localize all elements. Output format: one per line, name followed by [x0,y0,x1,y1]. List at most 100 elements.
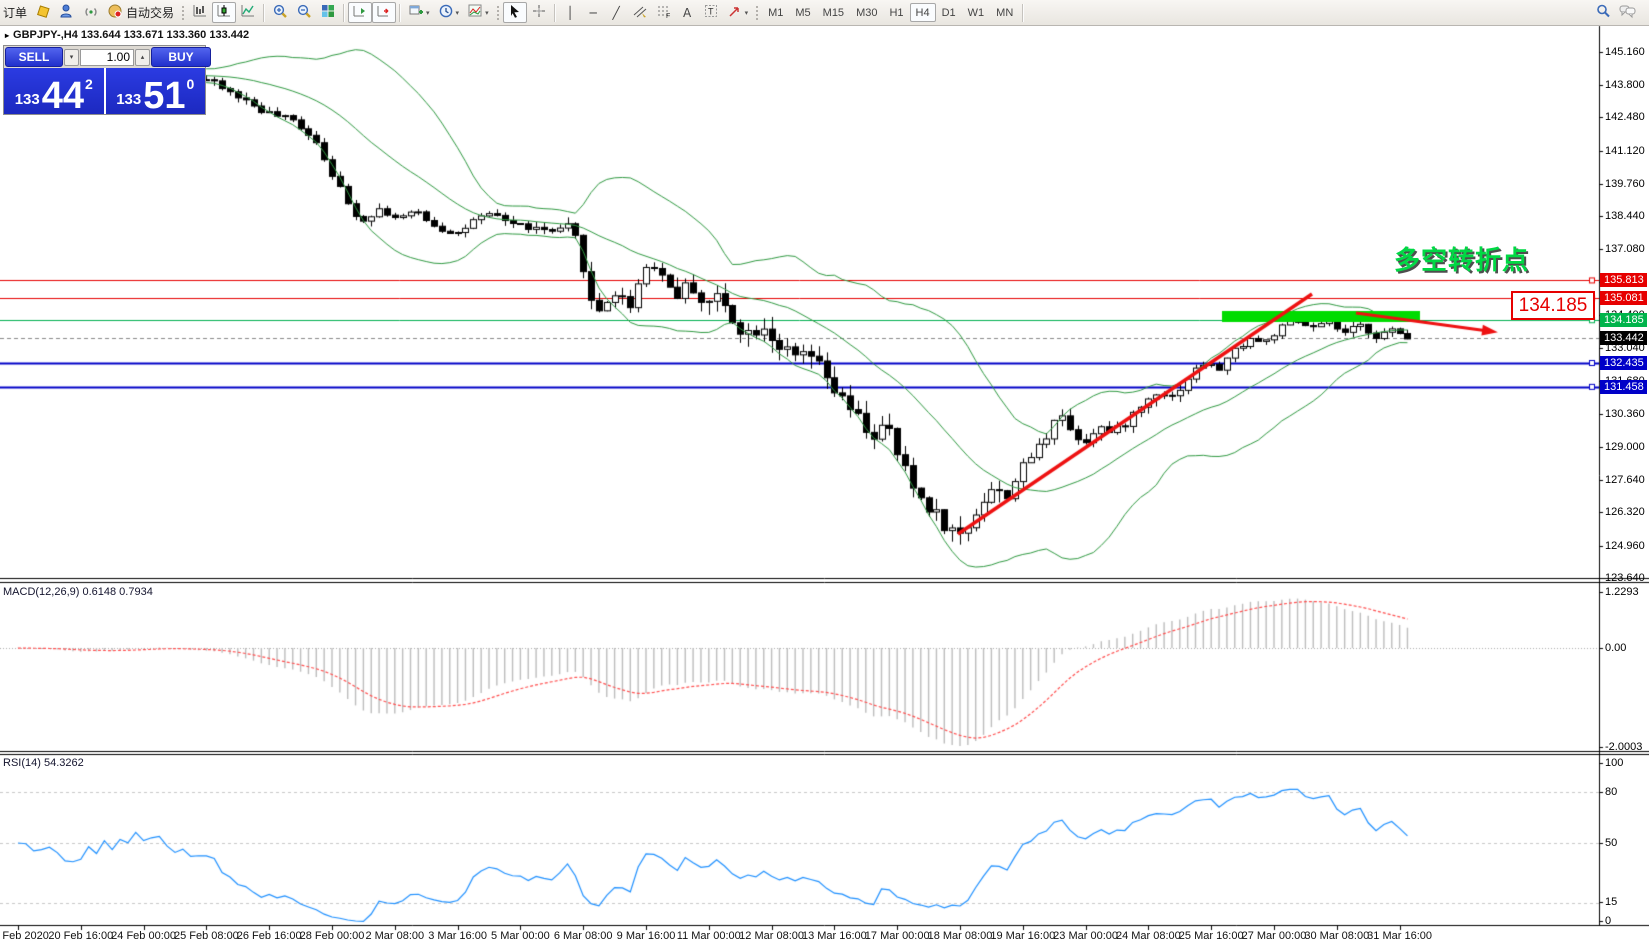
sell-price-base: 133 [15,91,40,108]
symbol-ohlc-text: GBPJPY-,H4 133.644 133.671 133.360 133.4… [13,29,249,41]
autotrading-icon [107,3,123,22]
symbol-marker-icon: ▸ [5,31,9,40]
rsi-label: RSI(14) 54.3262 [3,757,84,769]
search-icon [1595,3,1611,22]
one-click-top-row: SELL ▾ ▴ BUY [4,46,205,68]
community-button[interactable] [55,2,79,23]
sell-button[interactable]: SELL [5,47,63,67]
autotrading-label: 自动交易 [126,4,174,21]
chat-button[interactable] [1615,2,1641,23]
new-order-button[interactable]: 订单 [0,2,31,23]
volume-increase-button[interactable]: ▴ [135,49,150,66]
signals-button[interactable] [79,2,103,23]
chart-shift-button[interactable] [372,2,396,23]
line-chart-button[interactable] [236,2,260,23]
periods-button[interactable]: ▾ [434,2,464,23]
symbol-info-bar: ▸ GBPJPY-,H4 133.644 133.671 133.360 133… [5,29,249,41]
timeframe-m5-button[interactable]: M5 [789,3,816,22]
zoom-in-button[interactable] [268,2,292,23]
quote-prices-row: 133442 133510 [4,68,205,114]
svg-text:F: F [666,13,670,19]
one-click-trading-panel: SELL ▾ ▴ BUY 133442 133510 [3,45,206,115]
crosshair-button[interactable] [527,2,551,23]
clock-icon [438,3,454,22]
candlestick-icon [216,3,232,22]
sell-price-display[interactable]: 133442 [4,68,104,114]
timeframe-w1-button[interactable]: W1 [962,3,991,22]
chart-shift-icon [376,3,392,22]
chart-canvas[interactable] [0,0,1649,949]
buy-price-base: 133 [116,91,141,108]
zoom-out-icon [296,3,312,22]
vertical-line-tool-button[interactable]: │ [559,2,582,23]
bar-chart-button[interactable] [188,2,212,23]
gold-icon [35,3,51,22]
toolbar-separator [343,4,345,22]
sell-price-point: 2 [85,76,93,92]
fibonacci-tool-button[interactable]: F [652,2,676,23]
timeframe-d1-button[interactable]: D1 [936,3,962,22]
auto-scroll-icon [352,3,368,22]
text-label-icon: T [703,3,719,22]
buy-price-pips: 51 [143,81,185,112]
price-annotation-box: 134.185 [1511,291,1595,320]
buy-price-display[interactable]: 133510 [106,68,206,114]
toolbar-separator [554,4,556,22]
signal-icon [83,3,99,22]
timeframe-mn-button[interactable]: MN [990,3,1019,22]
auto-scroll-button[interactable] [348,2,372,23]
turning-point-annotation: 多空转折点 [1394,240,1529,277]
timeframe-m30-button[interactable]: M30 [850,3,883,22]
channel-tool-button[interactable] [628,2,652,23]
dropdown-caret-icon: ▾ [745,9,749,17]
svg-text:T: T [708,7,714,17]
toolbar-handle [755,4,759,22]
chat-icon [1619,3,1637,22]
indicators-icon [467,3,483,22]
main-toolbar: 订单 自动交易 [0,0,1649,26]
macd-label: MACD(12,26,9) 0.6148 0.7934 [3,586,153,598]
line-chart-icon [240,3,256,22]
autotrading-button[interactable]: 自动交易 [103,2,178,23]
trendline-tool-button[interactable]: ╱ [605,2,628,23]
crosshair-icon [531,3,547,22]
zoom-in-icon [272,3,288,22]
sell-price-pips: 44 [42,81,84,112]
tile-windows-button[interactable] [316,2,340,23]
market-button[interactable] [31,2,55,23]
timeframe-h1-button[interactable]: H1 [883,3,909,22]
zoom-out-button[interactable] [292,2,316,23]
volume-decrease-button[interactable]: ▾ [64,49,79,66]
search-button[interactable] [1591,2,1615,23]
dropdown-caret-icon: ▾ [426,9,430,17]
new-chart-button[interactable]: ▾ [404,2,434,23]
volume-input[interactable] [80,49,134,66]
new-order-label: 订单 [3,4,27,21]
fibonacci-icon: F [656,3,672,22]
timeframe-group: M1M5M15M30H1H4D1W1MN [762,3,1019,22]
timeframe-m1-button[interactable]: M1 [762,3,789,22]
toolbar-separator [1022,4,1024,22]
buy-price-point: 0 [187,76,195,92]
text-label-tool-button[interactable]: T [699,2,723,23]
tile-windows-icon [320,3,336,22]
volume-spinner: ▾ ▴ [64,46,150,68]
bar-chart-icon [192,3,208,22]
buy-button[interactable]: BUY [151,47,211,67]
timeframe-h4-button[interactable]: H4 [910,3,936,22]
timeframe-m15-button[interactable]: M15 [817,3,850,22]
dropdown-caret-icon: ▾ [456,9,460,17]
indicators-button[interactable]: ▾ [463,2,493,23]
toolbar-handle [496,4,500,22]
cursor-button[interactable] [503,2,527,23]
person-icon [59,3,75,22]
arrows-tool-button[interactable]: ▾ [723,2,753,23]
text-tool-button[interactable]: A [676,2,699,23]
horizontal-line-tool-button[interactable]: ─ [582,2,605,23]
candlestick-chart-button[interactable] [212,2,236,23]
toolbar-separator [399,4,401,22]
arrows-icon [727,3,743,22]
toolbar-separator [263,4,265,22]
cursor-icon [507,3,523,22]
dropdown-caret-icon: ▾ [485,9,489,17]
